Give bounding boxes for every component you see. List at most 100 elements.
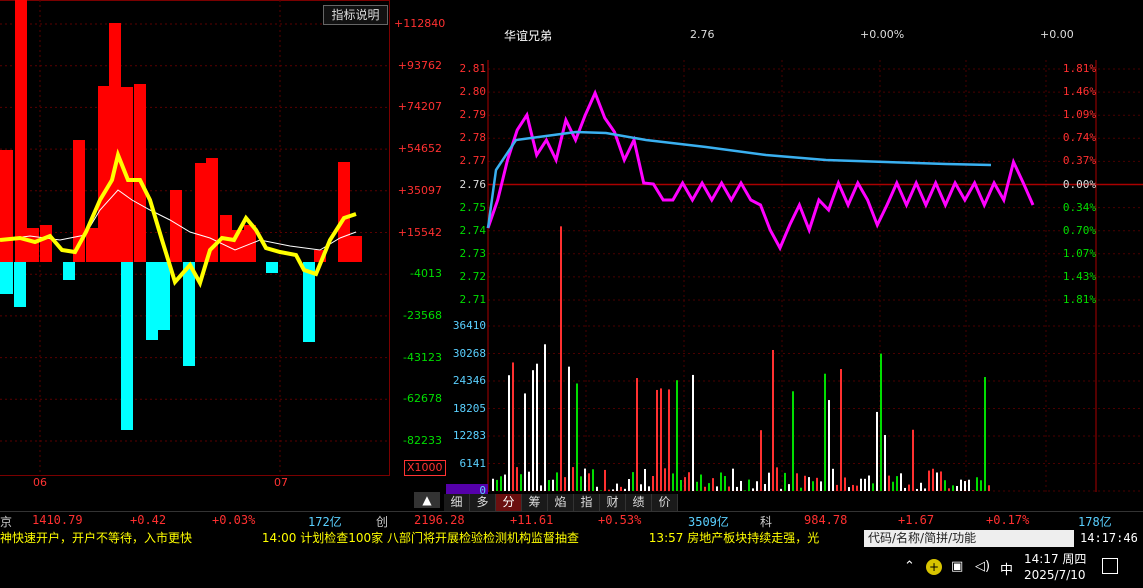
volume-bar — [696, 481, 698, 491]
y-axis-label: -62678 — [403, 392, 442, 406]
volume-bar — [820, 481, 822, 491]
volume-bar — [576, 383, 578, 491]
volume-bar — [520, 474, 522, 491]
volume-bar — [940, 471, 942, 491]
ticker-item-3[interactable]: 13:57 房地产板块持续走强，光 — [649, 531, 819, 545]
volume-bar — [716, 486, 718, 491]
index-name-kc[interactable]: 科 — [760, 513, 772, 530]
axis-label: 1.46% — [1062, 85, 1096, 99]
axis-label: 1.81% — [1062, 293, 1096, 306]
ticker-item-1[interactable]: 神快速开户，开户不等待，入市更快 — [0, 531, 192, 545]
volume-bar — [684, 477, 686, 491]
news-ticker[interactable]: 神快速开户，开户不等待，入市更快 14:00 计划检查100家 八部门将开展检验… — [0, 529, 862, 548]
money-flow-chart[interactable] — [0, 0, 390, 476]
tab-detail[interactable]: 细 — [444, 494, 470, 511]
volume-bar — [492, 478, 494, 491]
speaker-icon[interactable]: ◁) — [975, 559, 990, 574]
axis-label: 30268 — [452, 346, 486, 360]
volume-bar — [948, 488, 950, 491]
tab-chips[interactable]: 筹 — [522, 494, 548, 511]
volume-bar — [872, 483, 874, 491]
tab-finance[interactable]: 财 — [600, 494, 626, 511]
volume-bar — [848, 487, 850, 491]
volume-bar — [916, 488, 918, 491]
axis-label: 6141 — [459, 456, 487, 470]
axis-label: 2.72 — [459, 269, 487, 283]
index-name-cy[interactable]: 创 — [376, 513, 388, 530]
volume-bar — [572, 467, 574, 491]
app-tray-icon[interactable]: + — [926, 559, 942, 575]
volume-bar — [980, 480, 982, 491]
flow-bar — [338, 162, 350, 262]
axis-label: 36410 — [452, 319, 486, 332]
volume-bar — [744, 490, 746, 491]
flow-bar — [350, 236, 362, 262]
network-icon[interactable]: ▣ — [951, 559, 963, 574]
ticker-item-2[interactable]: 14:00 计划检查100家 八部门将开展检验检测机构监督抽查 — [262, 531, 579, 545]
volume-bar — [676, 380, 678, 491]
y-axis-label: +54652 — [397, 142, 442, 156]
volume-bar — [500, 476, 502, 491]
volume-bar — [560, 226, 562, 491]
volume-bar — [972, 490, 974, 491]
volume-bar — [984, 377, 986, 491]
x-label-07: 07 — [274, 476, 288, 489]
axis-label: 2.74 — [459, 223, 487, 237]
tab-performance[interactable]: 绩 — [626, 494, 652, 511]
search-input[interactable]: 代码/名称/简拼/功能 — [864, 530, 1074, 547]
volume-bar — [708, 483, 710, 491]
volume-bar — [740, 480, 742, 491]
index-pct-kc: +0.17% — [986, 513, 1030, 527]
tab-flame[interactable]: 焰 — [548, 494, 574, 511]
volume-bar — [540, 485, 542, 491]
flow-bar — [15, 0, 27, 262]
volume-bar — [804, 475, 806, 491]
index-change-kc: +1.67 — [898, 513, 935, 527]
volume-bar — [776, 467, 778, 491]
volume-bar — [796, 473, 798, 491]
taskbar-time[interactable]: 14:17 周四 — [1024, 550, 1086, 567]
volume-bar — [852, 484, 854, 491]
axis-label: 0.70% — [1062, 223, 1096, 237]
axis-label: 18205 — [452, 401, 486, 415]
volume-bar — [752, 488, 754, 491]
indicator-help-button[interactable]: 指标说明 — [323, 5, 388, 25]
volume-bar — [892, 481, 894, 491]
volume-bar — [512, 362, 514, 491]
intraday-chart[interactable]: 华谊兄弟 2.76 +0.00% +0.00 2.81 2.80 2.79 2.78 2… — [446, 0, 1143, 500]
volume-bar — [636, 378, 638, 491]
volume-bar — [700, 474, 702, 491]
intraday-svg — [446, 60, 1143, 500]
volume-bar — [840, 369, 842, 491]
volume-bar — [504, 474, 506, 491]
tab-indicator[interactable]: 指 — [574, 494, 600, 511]
tab-minute[interactable]: 分 — [496, 494, 522, 511]
notification-icon[interactable] — [1102, 558, 1118, 574]
volume-bar — [652, 475, 654, 491]
flow-bar — [195, 163, 207, 262]
ime-indicator[interactable]: 中 — [1000, 559, 1013, 578]
average-price-line — [486, 130, 992, 229]
chevron-up-icon[interactable]: ⌃ — [904, 559, 915, 574]
volume-bar — [528, 471, 530, 491]
volume-bar — [888, 475, 890, 491]
index-value-kc: 984.78 — [804, 513, 848, 527]
x-label-06: 06 — [33, 476, 47, 489]
volume-bar — [628, 479, 630, 491]
flow-bar — [0, 262, 13, 294]
y-axis-label: -23568 — [403, 308, 442, 322]
scroll-up-icon[interactable]: ▲ — [414, 492, 440, 508]
tab-multi[interactable]: 多 — [470, 494, 496, 511]
flow-bar — [158, 262, 170, 330]
taskbar: ⌃ + ▣ ◁) 中 14:17 周四 2025/7/10 — [0, 548, 1143, 588]
volume-bar — [884, 435, 886, 491]
axis-label: 2.80 — [459, 85, 487, 99]
tab-price[interactable]: 价 — [652, 494, 678, 511]
taskbar-date[interactable]: 2025/7/10 — [1024, 568, 1086, 582]
volume-bar — [816, 477, 818, 491]
y-axis-label: +93762 — [397, 58, 442, 72]
volume-bar — [976, 477, 978, 491]
index-name-bj[interactable]: 京 — [0, 513, 12, 530]
volume-bar — [968, 479, 970, 491]
volume-bar — [496, 479, 498, 491]
